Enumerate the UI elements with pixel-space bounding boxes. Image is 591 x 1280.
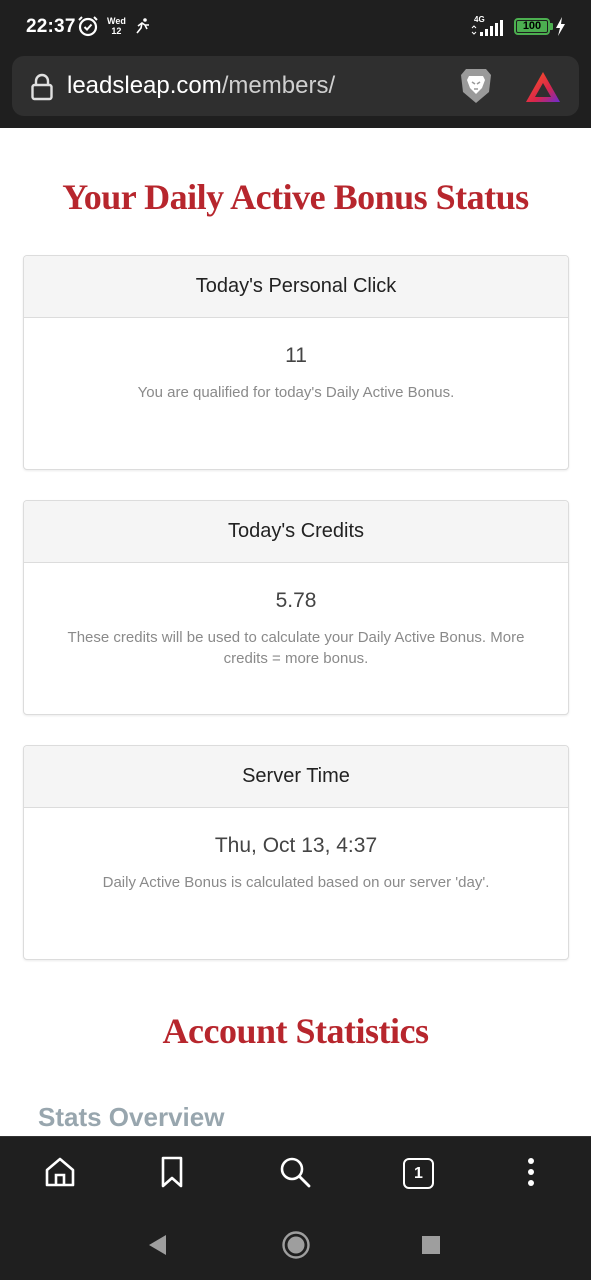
brave-shields-icon[interactable] [458,66,494,106]
card-note: Daily Active Bonus is calculated based o… [102,874,490,891]
battery-tip [550,23,553,30]
card-value: Thu, Oct 13, 4:37 [214,834,378,857]
bookmark-icon[interactable] [155,1155,189,1189]
signal-indicator: 4G [470,15,510,39]
brave-rewards-icon[interactable] [524,70,562,104]
status-bar: 22:37 Wed 12 4G 100 [0,0,591,56]
account-statistics-title: Account Statistics [162,1011,429,1051]
tab-switcher-button[interactable]: 1 [403,1158,434,1189]
alarm-icon [78,16,98,37]
battery-icon: 100 [514,18,550,35]
date-indicator: Wed 12 [107,16,126,36]
activity-icon [136,18,149,34]
status-time: 22:37 [26,16,76,37]
url-path: /members/ [221,72,336,99]
daily-bonus-title: Your Daily Active Bonus Status [62,177,529,217]
recents-icon[interactable] [422,1236,440,1254]
card-value: 5.78 [275,589,317,612]
url-host: leadsleap.com [67,72,222,99]
menu-dots-icon[interactable] [514,1155,548,1189]
personal-click-card: Today's Personal Click 11 You are qualif… [23,255,569,470]
browser-toolbar-top: leadsleap.com/members/ [0,56,591,128]
card-header: Today's Credits [24,501,568,563]
card-note: You are qualified for today's Daily Acti… [137,384,455,401]
home-icon[interactable] [43,1155,77,1189]
stats-overview-heading: Stats Overview [38,1102,225,1132]
card-value: 11 [285,344,307,367]
address-bar[interactable]: leadsleap.com/members/ [12,56,579,116]
date-num: 12 [111,26,122,36]
server-time-card: Server Time Thu, Oct 13, 4:37 Daily Acti… [23,745,569,960]
home-circle-icon[interactable] [281,1230,311,1260]
battery-level: 100 [517,21,547,32]
card-header: Server Time [24,746,568,808]
card-header: Today's Personal Click [24,256,568,318]
back-icon[interactable] [146,1233,168,1257]
system-navigation-bar [0,1210,591,1280]
lock-icon[interactable] [30,73,54,101]
page-content: Your Daily Active Bonus Status Today's P… [0,128,591,1136]
url-text[interactable]: leadsleap.com/members/ [67,72,335,100]
network-type: 4G [474,15,485,24]
date-day: Wed [107,16,126,26]
credits-card: Today's Credits 5.78 These credits will … [23,500,569,715]
card-note: These credits will be used to calculate … [67,629,525,667]
charging-icon [556,17,565,36]
search-icon[interactable] [278,1155,312,1189]
browser-toolbar-bottom: 1 [0,1136,591,1210]
